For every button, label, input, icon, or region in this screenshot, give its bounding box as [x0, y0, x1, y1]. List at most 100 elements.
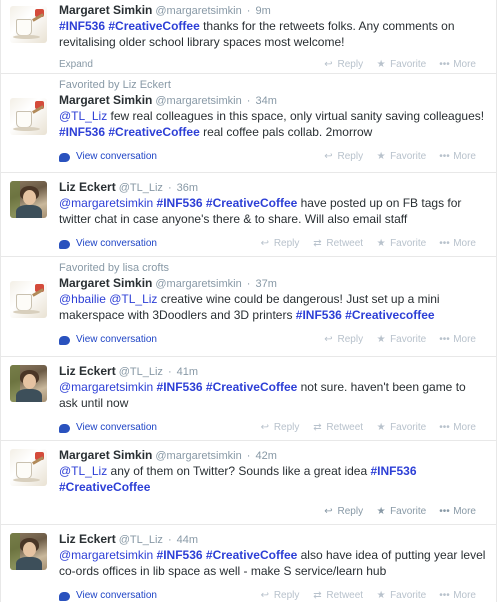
tweet-timestamp[interactable]: 37m: [256, 278, 277, 290]
favorite-button[interactable]: ★ Favorite: [376, 146, 427, 168]
tweet[interactable]: Favorited by lisa crofts Margaret Simkin…: [1, 257, 496, 357]
tweet-author-handle[interactable]: @TL_Liz: [119, 182, 163, 194]
tweet-author-handle[interactable]: @TL_Liz: [119, 366, 163, 378]
expand-link[interactable]: Expand: [59, 54, 93, 76]
tweet-author-name[interactable]: Liz Eckert: [59, 532, 116, 546]
favorite-button[interactable]: ★ Favorite: [376, 233, 427, 255]
view-conversation-link[interactable]: View conversation: [59, 233, 157, 255]
reply-icon: ↩: [260, 238, 269, 249]
tweet-author-handle[interactable]: @TL_Liz: [119, 534, 163, 546]
retweet-icon: ⇄: [313, 238, 322, 249]
reply-label: Reply: [337, 506, 364, 517]
reply-label: Reply: [337, 59, 364, 70]
favorite-button[interactable]: ★ Favorite: [376, 501, 427, 523]
tweet[interactable]: Liz Eckert @TL_Liz · 41m @margaretsimkin …: [1, 357, 496, 441]
hashtag-link[interactable]: #CreativeCoffee: [59, 480, 150, 494]
more-icon: •••: [439, 506, 450, 517]
tweet-author-name[interactable]: Margaret Simkin: [59, 448, 152, 462]
avatar[interactable]: [10, 98, 47, 135]
tweet-author-handle[interactable]: @margaretsimkin: [155, 95, 241, 107]
hashtag-link[interactable]: #CreativeCoffee: [108, 125, 199, 139]
tweet-timestamp[interactable]: 42m: [256, 450, 277, 462]
view-conversation-link[interactable]: View conversation: [59, 329, 157, 351]
avatar[interactable]: [10, 365, 47, 402]
mention-link[interactable]: @margaretsimkin: [59, 548, 153, 562]
tweet-author-name[interactable]: Margaret Simkin: [59, 93, 152, 107]
more-button[interactable]: ••• More: [439, 501, 476, 523]
reply-label: Reply: [273, 590, 300, 601]
view-conversation-link[interactable]: View conversation: [59, 417, 157, 439]
mention-link[interactable]: @hbailie: [59, 292, 106, 306]
tweet-timestamp[interactable]: 9m: [256, 5, 271, 17]
mention-link[interactable]: @margaretsimkin: [59, 196, 153, 210]
view-conversation-link[interactable]: View conversation: [59, 585, 157, 602]
avatar[interactable]: [10, 6, 47, 43]
more-button[interactable]: ••• More: [439, 233, 476, 255]
hashtag-link[interactable]: #INF536: [157, 548, 203, 562]
hashtag-link[interactable]: #INF536: [59, 125, 105, 139]
favorite-button[interactable]: ★ Favorite: [376, 329, 427, 351]
tweet-author-handle[interactable]: @margaretsimkin: [155, 5, 241, 17]
mention-link[interactable]: @margaretsimkin: [59, 380, 153, 394]
avatar[interactable]: [10, 281, 47, 318]
tweet-author-handle[interactable]: @margaretsimkin: [155, 450, 241, 462]
tweet-author-handle[interactable]: @margaretsimkin: [155, 278, 241, 290]
star-icon: ★: [376, 238, 386, 249]
mention-link[interactable]: @TL_Liz: [59, 464, 107, 478]
hashtag-link[interactable]: #CreativeCoffee: [206, 548, 297, 562]
tweet[interactable]: Liz Eckert @TL_Liz · 44m @margaretsimkin …: [1, 525, 496, 602]
hashtag-link[interactable]: #CreativeCoffee: [108, 19, 199, 33]
hashtag-link[interactable]: #INF536: [59, 19, 105, 33]
retweet-button[interactable]: ⇄ Retweet: [312, 417, 363, 439]
tweet-author-name[interactable]: Liz Eckert: [59, 180, 116, 194]
hashtag-link[interactable]: #INF536: [370, 464, 416, 478]
favorite-button[interactable]: ★ Favorite: [376, 54, 427, 76]
reply-button[interactable]: ↩ Reply: [324, 146, 363, 168]
more-button[interactable]: ••• More: [439, 585, 476, 602]
speech-bubble-icon: [59, 591, 70, 601]
favorite-button[interactable]: ★ Favorite: [376, 417, 427, 439]
avatar[interactable]: [10, 449, 47, 486]
tweet-author-name[interactable]: Liz Eckert: [59, 364, 116, 378]
reply-button[interactable]: ↩ Reply: [260, 233, 300, 255]
tweet[interactable]: Margaret Simkin @margaretsimkin · 42m @TL…: [1, 441, 496, 525]
tweet-actions: ↩ Reply ⇄ Retweet ★ Favorite ••• More: [260, 585, 476, 602]
more-button[interactable]: ••• More: [439, 417, 476, 439]
avatar[interactable]: [10, 533, 47, 570]
tweet-author-name[interactable]: Margaret Simkin: [59, 3, 152, 17]
hashtag-link[interactable]: #Creativecoffee: [345, 308, 434, 322]
hashtag-link[interactable]: #CreativeCoffee: [206, 380, 297, 394]
avatar[interactable]: [10, 181, 47, 218]
tweet-timestamp[interactable]: 41m: [177, 366, 198, 378]
more-button[interactable]: ••• More: [439, 329, 476, 351]
more-button[interactable]: ••• More: [439, 54, 476, 76]
tweet-timestamp[interactable]: 34m: [256, 95, 277, 107]
retweet-button[interactable]: ⇄ Retweet: [312, 233, 363, 255]
tweet[interactable]: Favorited by Liz Eckert Margaret Simkin @…: [1, 74, 496, 173]
mention-link[interactable]: @TL_Liz: [59, 109, 107, 123]
tweet[interactable]: Margaret Simkin @margaretsimkin · 9m #INF…: [1, 0, 496, 74]
reply-button[interactable]: ↩ Reply: [324, 54, 364, 76]
reply-button[interactable]: ↩ Reply: [260, 417, 300, 439]
reply-button[interactable]: ↩ Reply: [324, 501, 364, 523]
hashtag-link[interactable]: #INF536: [157, 380, 203, 394]
hashtag-link[interactable]: #INF536: [157, 196, 203, 210]
mention-link[interactable]: @TL_Liz: [109, 292, 157, 306]
more-label: More: [453, 506, 476, 517]
tweet-text: @TL_Liz few real colleagues in this spac…: [59, 109, 485, 139]
star-icon: ★: [376, 334, 386, 345]
reply-button[interactable]: ↩ Reply: [260, 585, 300, 602]
tweet[interactable]: Liz Eckert @TL_Liz · 36m @margaretsimkin …: [1, 173, 496, 257]
hashtag-link[interactable]: #INF536: [296, 308, 342, 322]
tweet-timestamp[interactable]: 44m: [177, 534, 198, 546]
favorite-button[interactable]: ★ Favorite: [376, 585, 427, 602]
view-conversation-link[interactable]: View conversation: [59, 146, 157, 168]
tweet-timestamp[interactable]: 36m: [177, 182, 198, 194]
retweet-button[interactable]: ⇄ Retweet: [312, 585, 363, 602]
tweet-author-name[interactable]: Margaret Simkin: [59, 276, 152, 290]
tweet-context: Favorited by lisa crofts: [59, 262, 170, 274]
more-button[interactable]: ••• More: [439, 146, 476, 168]
reply-button[interactable]: ↩ Reply: [324, 329, 363, 351]
hashtag-link[interactable]: #CreativeCoffee: [206, 196, 297, 210]
more-icon: •••: [439, 238, 450, 249]
